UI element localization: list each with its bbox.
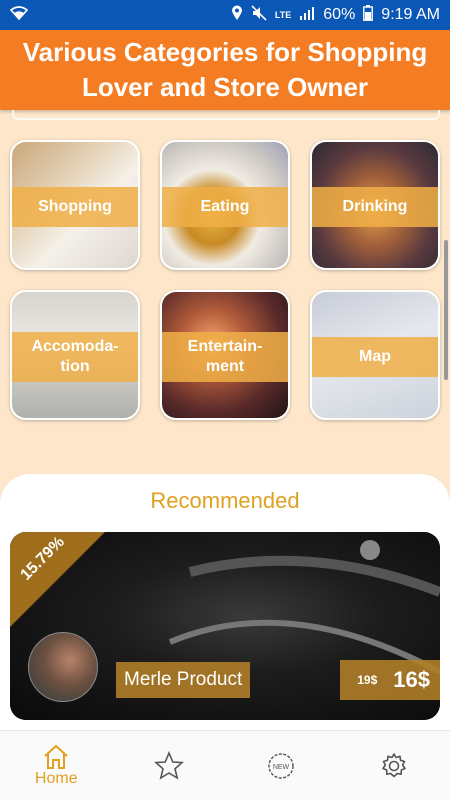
nav-new[interactable]: NEW bbox=[225, 731, 338, 800]
category-label-line1: Accomoda- bbox=[31, 338, 119, 355]
old-price: 19$ bbox=[357, 673, 378, 687]
svg-text:NEW: NEW bbox=[273, 764, 290, 771]
category-label: Accomoda- tion bbox=[12, 332, 138, 382]
category-label: Entertain- ment bbox=[162, 332, 288, 382]
scroll-indicator bbox=[12, 110, 440, 120]
nav-home-label: Home bbox=[34, 769, 78, 787]
nav-favorites[interactable] bbox=[113, 731, 226, 800]
clock: 9:19 AM bbox=[381, 6, 440, 23]
category-label: Drinking bbox=[312, 187, 438, 227]
category-drinking[interactable]: Drinking bbox=[310, 140, 440, 270]
battery-percent: 60% bbox=[323, 6, 356, 23]
store-avatar[interactable] bbox=[28, 632, 98, 702]
recommended-title: Recommended bbox=[150, 488, 300, 513]
category-shopping[interactable]: Shopping bbox=[10, 140, 140, 270]
product-price: 19$ 16$ bbox=[340, 660, 440, 700]
page-header: Various Categories for Shopping Lover an… bbox=[0, 30, 450, 110]
nav-home[interactable]: Home bbox=[0, 731, 113, 800]
new-badge-icon: NEW bbox=[266, 751, 296, 781]
location-icon bbox=[231, 5, 243, 26]
mute-icon bbox=[251, 4, 267, 26]
bottom-nav: Home NEW bbox=[0, 730, 450, 800]
category-label-line2: ment bbox=[205, 358, 245, 375]
nav-settings[interactable] bbox=[338, 731, 450, 800]
product-card[interactable]: 15.79% Merle Product 19$ 16$ bbox=[10, 532, 440, 720]
category-label: Shopping bbox=[12, 187, 138, 227]
star-icon bbox=[153, 750, 184, 781]
wifi-icon bbox=[9, 5, 29, 25]
category-entertainment[interactable]: Entertain- ment bbox=[160, 290, 290, 420]
product-name: Merle Product bbox=[116, 662, 251, 698]
status-bar: LTE 60% 9:19 AM bbox=[0, 0, 450, 30]
category-label-line1: Entertain- bbox=[187, 338, 263, 355]
new-price: 16$ bbox=[393, 667, 430, 692]
home-icon bbox=[42, 744, 70, 770]
category-eating[interactable]: Eating bbox=[160, 140, 290, 270]
battery-icon bbox=[363, 4, 374, 26]
header-title-line2: Lover and Store Owner bbox=[81, 72, 369, 102]
signal-icon bbox=[299, 6, 315, 25]
gear-icon bbox=[379, 751, 409, 781]
lte-indicator: LTE bbox=[274, 9, 292, 20]
category-map[interactable]: Map bbox=[310, 290, 440, 420]
header-title-line1: Various Categories for Shopping bbox=[22, 37, 428, 67]
category-label-line2: tion bbox=[60, 358, 90, 375]
scrollbar-thumb[interactable] bbox=[444, 240, 448, 380]
category-label: Map bbox=[312, 337, 438, 377]
category-accommodation[interactable]: Accomoda- tion bbox=[10, 290, 140, 420]
category-label: Eating bbox=[162, 187, 288, 227]
